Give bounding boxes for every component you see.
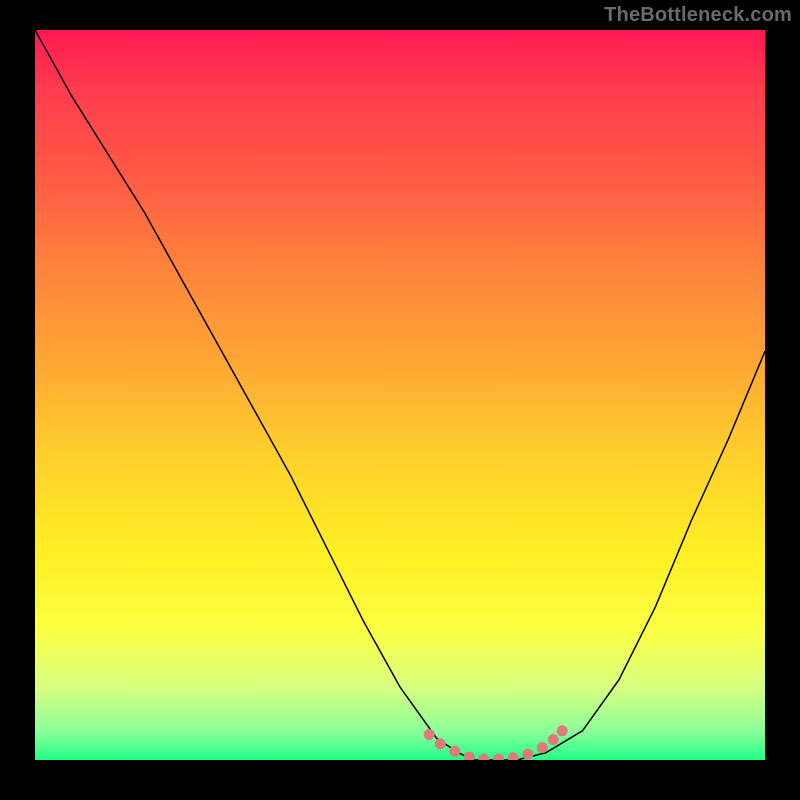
bottleneck-curve xyxy=(35,30,765,760)
scatter-layer xyxy=(424,725,568,760)
watermark-text: TheBottleneck.com xyxy=(604,4,792,27)
scatter-point xyxy=(464,752,475,760)
scatter-point xyxy=(537,742,548,753)
scatter-point xyxy=(449,746,460,757)
plot-area xyxy=(35,30,765,760)
scatter-point xyxy=(478,754,489,760)
scatter-point xyxy=(548,734,559,745)
scatter-point xyxy=(508,752,519,760)
scatter-point xyxy=(557,725,568,736)
scatter-point xyxy=(493,754,504,760)
scatter-point xyxy=(424,729,435,740)
curve-layer xyxy=(35,30,765,760)
scatter-point xyxy=(522,749,533,760)
chart-frame: TheBottleneck.com xyxy=(0,0,800,800)
scatter-point xyxy=(435,738,446,749)
chart-svg xyxy=(35,30,765,760)
